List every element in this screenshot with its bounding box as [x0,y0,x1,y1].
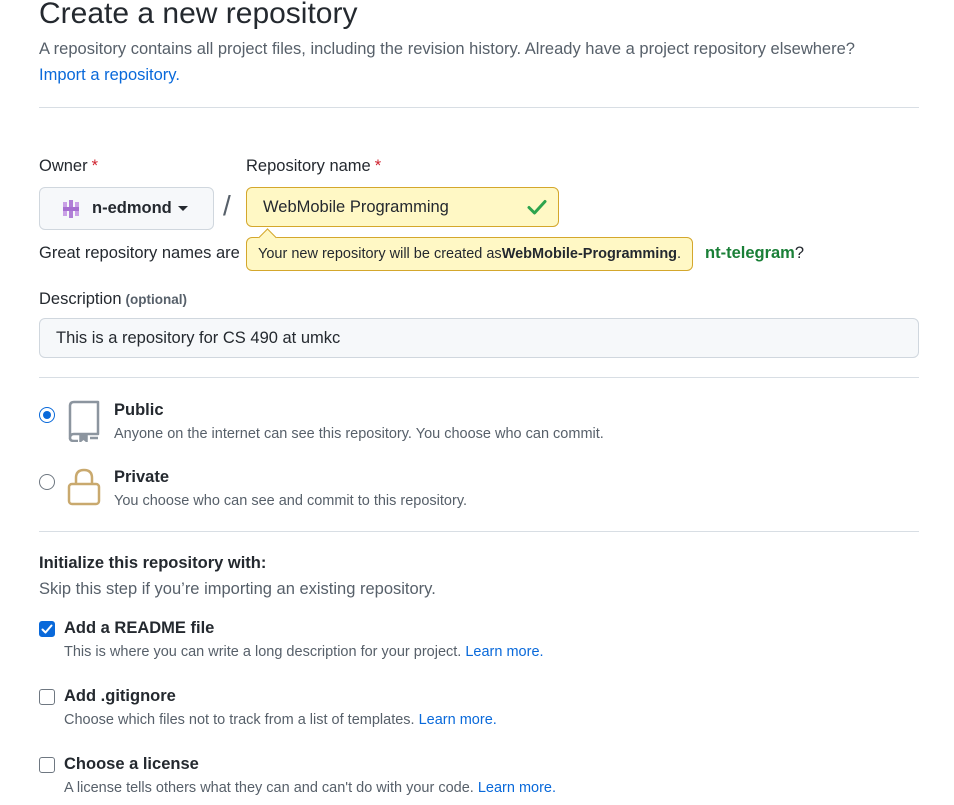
license-learn-more-link[interactable]: Learn more. [478,780,556,796]
page-subtitle: A repository contains all project files,… [39,40,855,58]
public-radio[interactable] [39,407,55,423]
page-title: Create a new repository [39,0,358,30]
gitignore-checkbox[interactable] [39,689,55,705]
divider [39,377,919,378]
private-title: Private [114,468,170,486]
owner-repo-separator: / [223,190,231,221]
gitignore-title: Add .gitignore [64,687,176,705]
repo-name-input[interactable] [246,187,559,227]
owner-dropdown[interactable]: n-edmond [39,187,214,230]
private-radio[interactable] [39,474,55,490]
public-description: Anyone on the internet can see this repo… [114,426,604,442]
divider [39,531,919,532]
description-input[interactable] [39,318,919,358]
checkmark-icon [41,624,53,634]
public-title: Public [114,401,164,419]
gitignore-description: Choose which files not to track from a l… [64,712,497,728]
repo-name-tooltip: Your new repository will be created as W… [246,237,694,271]
license-description: A license tells others what they can and… [64,780,557,796]
repo-name-label: Repository name * [246,157,382,175]
tooltip-repo-name: WebMobile-Programming [501,246,678,262]
description-label: Description (optional) [39,290,188,308]
repo-icon [66,400,102,447]
import-repository-link[interactable]: Import a repository. [39,64,180,86]
readme-checkbox[interactable] [39,621,55,637]
divider [39,107,919,108]
name-hint-text: Great repository names are [39,244,240,262]
chevron-down-icon [177,206,188,211]
owner-label: Owner * [39,157,99,175]
check-icon [526,196,548,218]
avatar [60,198,82,220]
readme-description: This is where you can write a long descr… [64,644,544,660]
private-description: You choose who can see and commit to thi… [114,493,468,509]
gitignore-learn-more-link[interactable]: Learn more. [419,712,497,728]
suggested-name-link[interactable]: nt-telegram [705,244,795,262]
owner-name: n-edmond [92,199,172,217]
lock-icon [66,466,102,513]
name-suggestion: nt-telegram? [705,244,805,262]
license-checkbox[interactable] [39,757,55,773]
readme-learn-more-link[interactable]: Learn more. [465,644,543,660]
init-title: Initialize this repository with: [39,554,267,572]
readme-title: Add a README file [64,619,215,637]
license-title: Choose a license [64,755,199,773]
init-subtitle: Skip this step if you’re importing an ex… [39,580,436,598]
